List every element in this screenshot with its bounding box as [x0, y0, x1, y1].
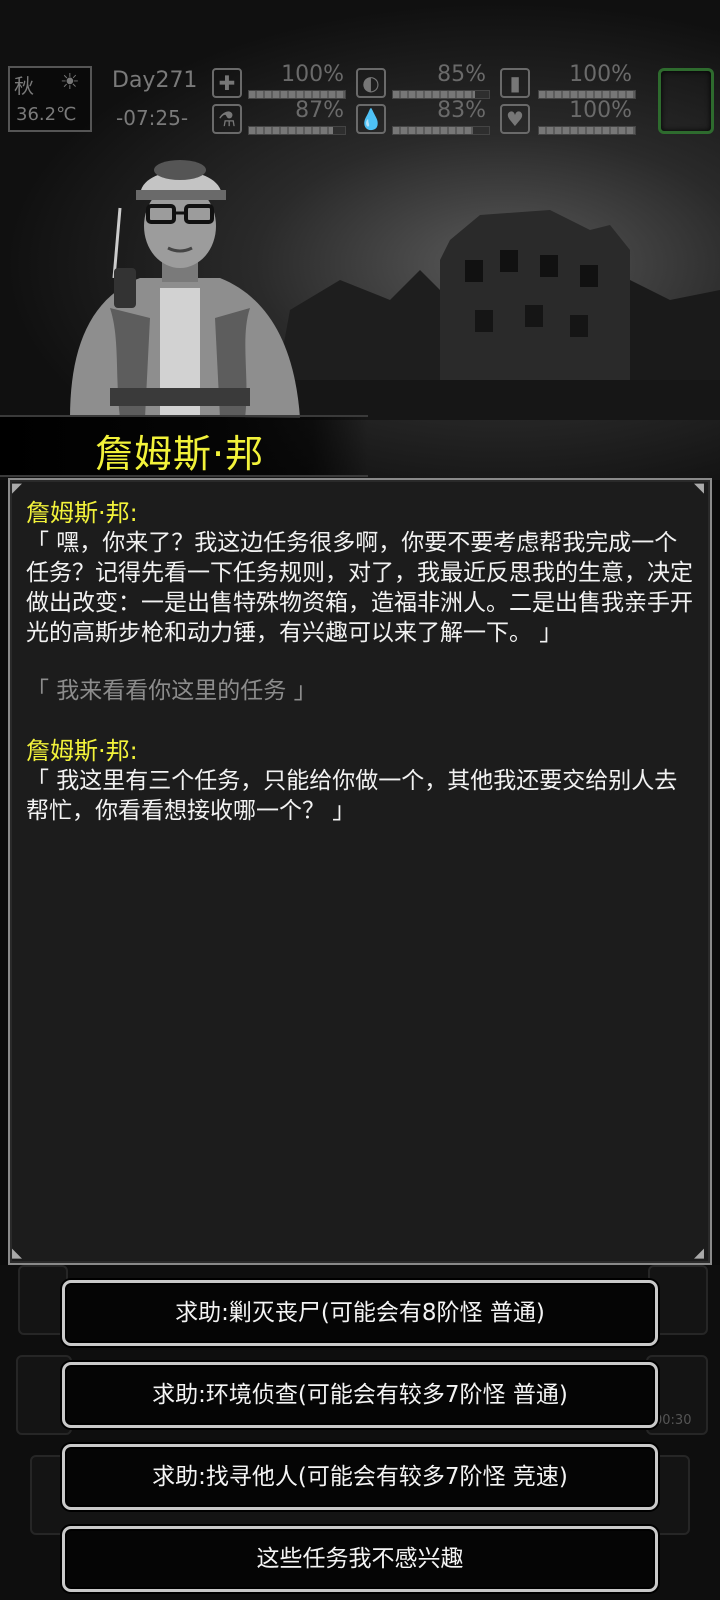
- flask-value: 87%: [295, 98, 344, 123]
- medkit-icon: ✚: [212, 68, 242, 98]
- equipment-slot[interactable]: [658, 68, 714, 134]
- npc-portrait: [70, 160, 300, 418]
- stomach-bar-fill: [393, 91, 475, 98]
- stamina-bar-fill: [539, 91, 635, 98]
- stamina-icon: ▮: [500, 68, 530, 98]
- stomach-value: 85%: [437, 62, 486, 87]
- speaker-name: 詹姆斯·邦:: [26, 499, 138, 527]
- ruined-building-image: [250, 210, 720, 420]
- decline-quests-button[interactable]: 这些任务我不感兴趣: [62, 1526, 658, 1592]
- water-drop-icon: 💧: [356, 104, 386, 134]
- medkit-value: 100%: [281, 62, 344, 87]
- player-choice: 「 我来看看你这里的任务 」: [26, 678, 317, 704]
- quest-option-environment-scout-button[interactable]: 求助:环境侦查(可能会有较多7阶怪 普通): [62, 1362, 658, 1428]
- sun-icon: ☀: [60, 70, 80, 95]
- ghost-panel-left: [18, 1265, 68, 1335]
- heart-bar-fill: [539, 127, 635, 134]
- npc-name-title: 詹姆斯·邦: [95, 432, 265, 476]
- stamina-value: 100%: [569, 62, 632, 87]
- season-label: 秋: [14, 74, 34, 98]
- water-value: 83%: [437, 98, 486, 123]
- dialog-panel: ◤ ◥ ◣ ◢ 詹姆斯·邦: 「 嘿，你来了？我这边任务很多啊，你要不要考虑帮我…: [8, 478, 712, 1265]
- npc-name-banner: 詹姆斯·邦: [0, 415, 368, 477]
- day-label: Day271: [112, 68, 198, 93]
- season-temp-box: 秋 ☀ 36.2℃: [8, 66, 92, 132]
- flask-bar-fill: [249, 127, 333, 134]
- corner-ornament: ◤: [12, 481, 22, 496]
- corner-ornament: ◣: [12, 1246, 22, 1261]
- heart-icon: ♥: [500, 104, 530, 134]
- time-label: -07:25-: [116, 106, 189, 130]
- flask-icon: ⚗: [212, 104, 242, 134]
- flask-bar: [248, 126, 346, 135]
- npc-speech: 「 嘿，你来了？我这边任务很多啊，你要不要考虑帮我完成一个任务？记得先看一下任务…: [26, 530, 693, 646]
- npc-speech: 「 我这里有三个任务，只能给你做一个，其他我还要交给别人去帮忙，你看看想接收哪一…: [26, 768, 678, 824]
- quest-option-find-people-button[interactable]: 求助:找寻他人(可能会有较多7阶怪 竞速): [62, 1444, 658, 1510]
- stomach-icon: ◐: [356, 68, 386, 98]
- status-bar: 秋 ☀ 36.2℃ Day271 -07:25- ✚ 100% ◐ 85% ▮ …: [0, 62, 720, 142]
- medkit-bar-fill: [249, 91, 345, 98]
- heart-bar: [538, 126, 636, 135]
- heart-value: 100%: [569, 98, 632, 123]
- temperature-label: 36.2℃: [16, 104, 77, 125]
- timer-label: 00:30: [654, 1413, 692, 1428]
- corner-ornament: ◢: [694, 1246, 704, 1261]
- water-bar: [392, 126, 490, 135]
- quest-option-eliminate-zombies-button[interactable]: 求助:剿灭丧尸(可能会有8阶怪 普通): [62, 1280, 658, 1346]
- water-bar-fill: [393, 127, 473, 134]
- dialog-log: 詹姆斯·邦: 「 嘿，你来了？我这边任务很多啊，你要不要考虑帮我完成一个任务？记…: [26, 498, 698, 854]
- corner-ornament: ◥: [694, 481, 704, 496]
- speaker-name: 詹姆斯·邦:: [26, 737, 138, 765]
